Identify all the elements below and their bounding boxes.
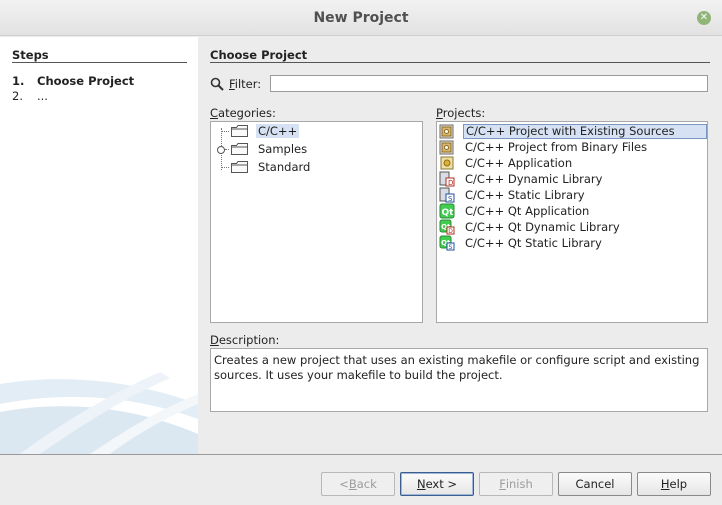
expand-toggle-icon[interactable] xyxy=(217,146,225,154)
svg-text:D: D xyxy=(448,228,453,235)
back-label: ack xyxy=(356,477,377,491)
help-button[interactable]: Help xyxy=(637,472,711,496)
application-icon xyxy=(440,156,454,170)
svg-text:Qt: Qt xyxy=(442,208,455,218)
step-number: 2. xyxy=(12,89,23,103)
search-icon xyxy=(210,77,224,91)
project-item-existing-sources[interactable]: C/C++ Project with Existing Sources xyxy=(439,123,707,139)
step-label: ... xyxy=(37,89,48,103)
cancel-button[interactable]: Cancel xyxy=(558,472,632,496)
categories-mnemonic: C xyxy=(210,106,219,120)
description-label: Description: xyxy=(210,333,279,347)
back-button[interactable]: < Back xyxy=(321,472,395,496)
project-item-application[interactable]: C/C++ Application xyxy=(439,155,707,171)
project-label: C/C++ Project with Existing Sources xyxy=(463,123,707,139)
filter-label: Filter: xyxy=(229,77,261,91)
project-label: C/C++ Application xyxy=(465,156,573,170)
steps-divider xyxy=(12,62,187,63)
projects-list[interactable]: C/C++ Project with Existing Sources C/C+… xyxy=(436,121,708,323)
description-label-text: escription: xyxy=(218,333,280,347)
content-divider xyxy=(210,62,710,63)
help-mnemonic: H xyxy=(660,477,670,491)
finish-button[interactable]: Finish xyxy=(479,472,553,496)
projects-mnemonic: P xyxy=(436,106,443,120)
content-title: Choose Project xyxy=(210,48,308,62)
projects-label-text: rojects: xyxy=(442,106,486,120)
categories-label-text: ategories: xyxy=(218,106,276,120)
project-label: C/C++ Qt Application xyxy=(465,204,590,218)
category-label: C/C++ xyxy=(256,124,300,138)
description-text: Creates a new project that uses an exist… xyxy=(210,348,708,412)
tree-guide-line xyxy=(225,149,229,150)
step-label: Choose Project xyxy=(37,74,135,88)
back-prefix: < xyxy=(339,477,349,491)
svg-text:S: S xyxy=(449,244,453,251)
step-placeholder: 2.... xyxy=(12,89,48,103)
steps-header: Steps xyxy=(12,48,49,62)
category-label: Samples xyxy=(258,142,308,156)
folder-icon xyxy=(231,125,248,137)
tree-guide-line xyxy=(221,131,229,132)
decorative-swoosh-graphic xyxy=(0,372,198,454)
filter-input[interactable] xyxy=(270,75,708,92)
project-label: C/C++ Project from Binary Files xyxy=(465,140,648,154)
folder-icon xyxy=(231,143,248,155)
category-item-cpp[interactable]: C/C++ xyxy=(231,123,300,139)
project-binary-files-icon xyxy=(439,140,454,155)
back-mnemonic: B xyxy=(348,477,357,491)
projects-label: Projects: xyxy=(436,106,485,120)
finish-mnemonic: F xyxy=(499,477,506,491)
steps-panel: Steps 1. Choose Project 2.... xyxy=(0,37,198,454)
project-item-qt-application[interactable]: Qt C/C++ Qt Application xyxy=(439,203,707,219)
project-label: C/C++ Dynamic Library xyxy=(465,172,603,186)
title-bar: New Project ✕ xyxy=(0,0,722,36)
next-label: ext > xyxy=(425,477,458,491)
project-item-static-library[interactable]: S C/C++ Static Library xyxy=(439,187,707,203)
category-label: Standard xyxy=(258,160,311,174)
project-label: C/C++ Qt Dynamic Library xyxy=(465,220,620,234)
svg-text:D: D xyxy=(448,179,453,187)
qt-static-library-icon: QtS xyxy=(439,235,455,251)
step-number: 1. xyxy=(12,74,25,88)
project-item-binary-files[interactable]: C/C++ Project from Binary Files xyxy=(439,139,707,155)
project-item-qt-static-library[interactable]: Qt S C/C++ Qt Static Library xyxy=(439,235,707,251)
dynamic-library-icon: D xyxy=(439,171,455,187)
project-item-qt-dynamic-library[interactable]: Qt D C/C++ Qt Dynamic Library xyxy=(439,219,707,235)
categories-tree[interactable]: C/C++ Samples Standard xyxy=(210,121,423,323)
qt-dynamic-library-icon: QtD xyxy=(439,219,455,235)
help-label: elp xyxy=(669,477,688,491)
svg-text:S: S xyxy=(448,195,453,203)
tree-guide-line xyxy=(221,167,229,168)
finish-label: inish xyxy=(505,477,533,491)
filter-label-text: ilter: xyxy=(234,77,262,91)
description-mnemonic: D xyxy=(210,333,219,347)
window-title: New Project xyxy=(313,9,409,26)
project-item-dynamic-library[interactable]: D C/C++ Dynamic Library xyxy=(439,171,707,187)
category-item-samples[interactable]: Samples xyxy=(231,141,309,157)
next-button[interactable]: Next > xyxy=(400,472,474,496)
project-label: C/C++ Static Library xyxy=(465,188,585,202)
static-library-icon: S xyxy=(439,187,455,203)
qt-application-icon: Qt xyxy=(439,203,455,219)
project-existing-sources-icon xyxy=(439,124,454,139)
category-item-standard[interactable]: Standard xyxy=(231,159,312,175)
close-icon[interactable]: ✕ xyxy=(697,11,711,25)
categories-label: Categories: xyxy=(210,106,276,120)
folder-icon xyxy=(231,161,248,173)
step-choose-project: 1. Choose Project xyxy=(12,74,134,88)
cancel-label: Cancel xyxy=(575,477,615,491)
project-label: C/C++ Qt Static Library xyxy=(465,236,602,250)
next-mnemonic: N xyxy=(416,477,426,491)
button-bar-divider xyxy=(0,454,722,455)
